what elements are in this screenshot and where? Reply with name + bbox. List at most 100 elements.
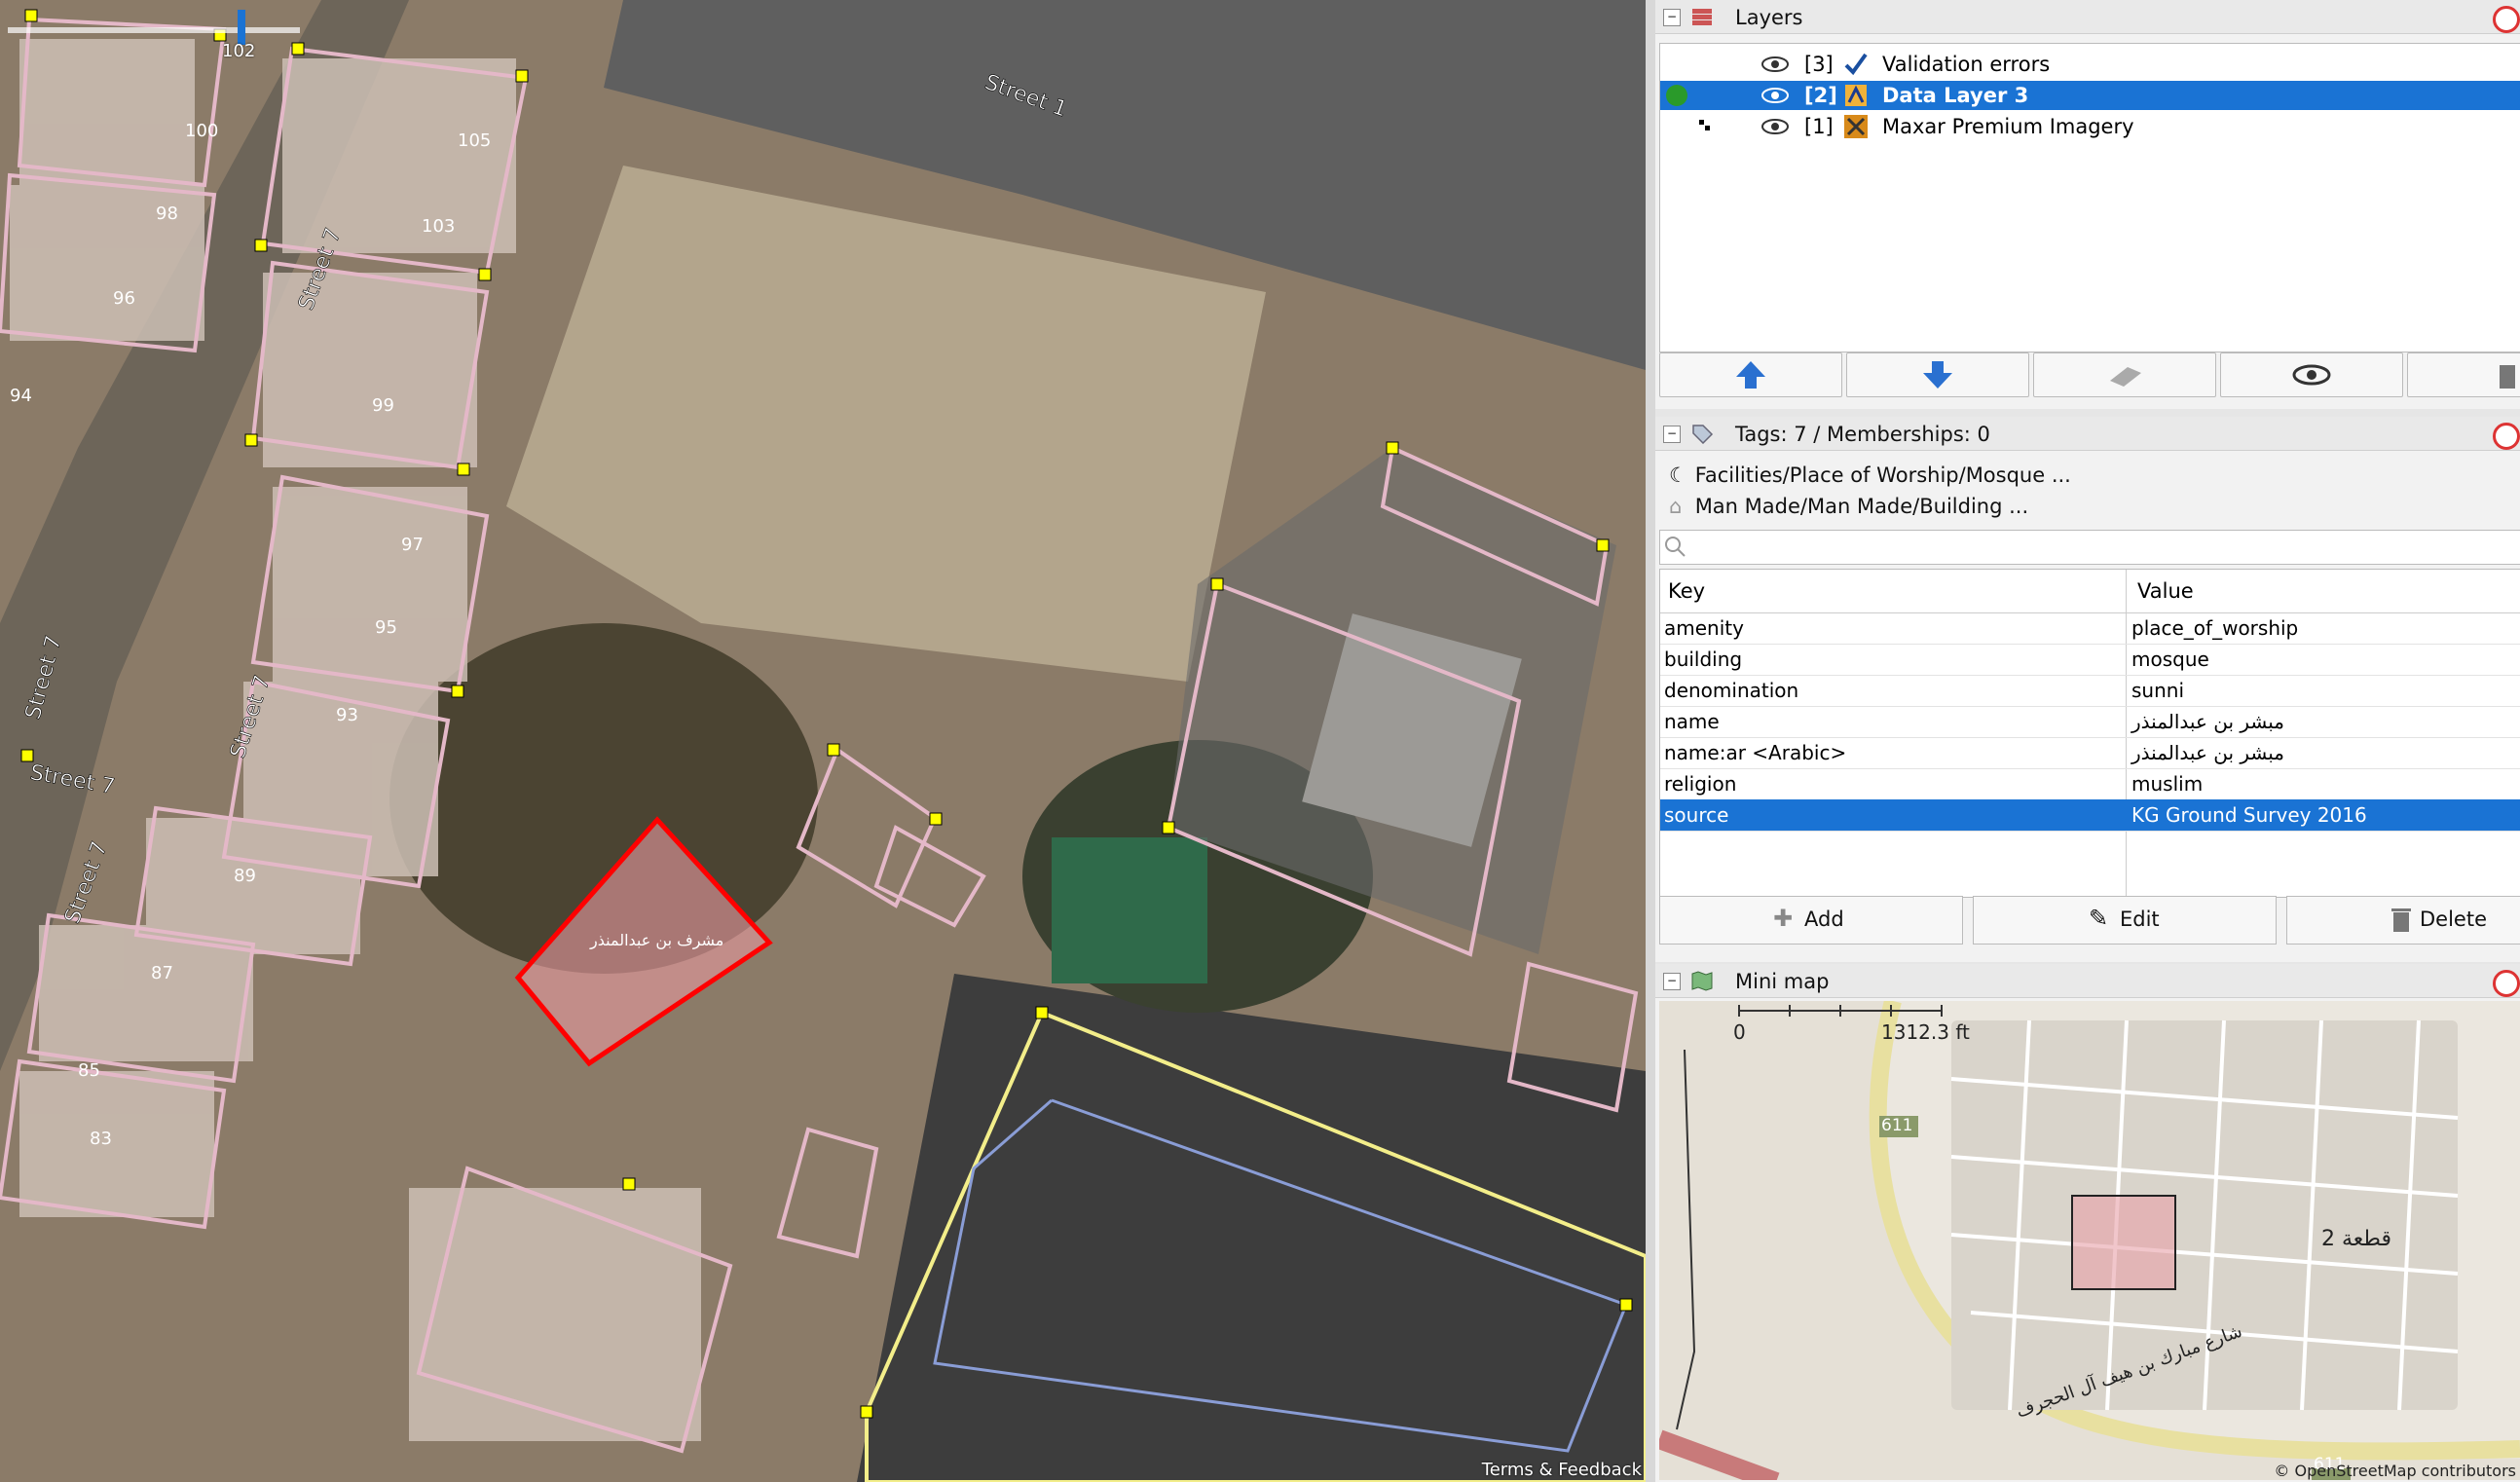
minimap-panel-title: Mini map	[1735, 970, 1830, 993]
layer-name: Validation errors	[1882, 53, 2051, 76]
search-icon	[1665, 537, 1686, 557]
active-layer-check-icon	[1666, 85, 1687, 106]
table-row[interactable]: name:ar <Arabic> مبشر بن عبدالمنذر	[1660, 737, 2520, 769]
table-row[interactable]: source KG Ground Survey 2016	[1660, 799, 2520, 832]
data-layer-icon	[1845, 85, 1867, 106]
layers-panel-title: Layers	[1735, 6, 1803, 29]
delete-layer-button[interactable]	[2407, 352, 2520, 397]
collapse-icon[interactable]: −	[1663, 9, 1681, 26]
collapse-icon[interactable]: −	[1663, 973, 1681, 990]
imagery-offset-icon	[1699, 120, 1711, 131]
collapse-icon[interactable]: −	[1663, 426, 1681, 443]
move-up-button[interactable]	[1659, 352, 1842, 397]
tag-icon	[1692, 425, 1714, 444]
minimap-scale-start: 0	[1733, 1020, 1746, 1044]
tag-value: muslim	[2131, 772, 2204, 796]
svg-text:98: 98	[156, 204, 178, 224]
imagery-layer-icon	[1844, 115, 1868, 138]
preset-label: Man Made/Man Made/Building ...	[1694, 495, 2029, 518]
svg-text:96: 96	[113, 288, 135, 309]
table-row[interactable]: name مبشر بن عبدالمنذر	[1660, 706, 2520, 738]
tags-panel-header[interactable]: − Tags: 7 / Memberships: 0	[1655, 417, 2520, 451]
preset-building[interactable]: ⌂ Man Made/Man Made/Building ...	[1669, 495, 2028, 518]
close-icon[interactable]	[2493, 6, 2520, 33]
layer-row[interactable]: [2] Data Layer 3	[1660, 81, 2520, 110]
map-scale-readout: 102	[222, 41, 256, 61]
tag-key: denomination	[1664, 679, 1799, 702]
map-terms-link[interactable]: Terms & Feedback	[1482, 1460, 1642, 1480]
table-row[interactable]: building mosque	[1660, 644, 2520, 676]
add-tag-button[interactable]: ✚ Add	[1659, 896, 1963, 945]
minimap-credit: © OpenStreetMap contributors	[2274, 1462, 2516, 1480]
close-icon[interactable]	[2493, 970, 2520, 997]
tag-value: مبشر بن عبدالمنذر	[2131, 710, 2285, 733]
close-icon[interactable]	[2493, 423, 2520, 450]
svg-text:89: 89	[234, 866, 256, 886]
value-column-header[interactable]: Value	[2137, 579, 2194, 603]
layer-index: [3]	[1804, 53, 1834, 76]
layer-index: [1]	[1804, 115, 1834, 138]
layers-panel: − Layers [3] Validation errors [2] Data …	[1655, 0, 2520, 409]
table-row[interactable]: religion muslim	[1660, 768, 2520, 800]
svg-text:103: 103	[422, 216, 455, 237]
edit-tag-button[interactable]: ✎ Edit	[1973, 896, 2277, 945]
road-shield: 611	[1881, 1116, 1913, 1135]
key-column-header[interactable]: Key	[1668, 579, 1705, 603]
merge-icon	[2110, 367, 2141, 387]
tag-key: source	[1664, 803, 1729, 827]
side-panels: − Layers [3] Validation errors [2] Data …	[1655, 0, 2520, 1482]
checkmark-icon	[1844, 53, 1868, 76]
tag-table-header: Key Value	[1660, 570, 2520, 613]
layers-panel-header[interactable]: − Layers	[1655, 0, 2520, 34]
layer-list: [3] Validation errors [2] Data Layer 3 […	[1659, 43, 2520, 352]
layer-row[interactable]: [1] Maxar Premium Imagery	[1660, 112, 2520, 141]
arrow-up-icon	[1736, 361, 1765, 389]
preset-mosque[interactable]: ☾ Facilities/Place of Worship/Mosque ...	[1669, 463, 2071, 487]
eye-icon	[2292, 364, 2331, 386]
svg-text:97: 97	[401, 535, 424, 555]
tag-key: religion	[1664, 772, 1737, 796]
tag-key: amenity	[1664, 616, 1744, 640]
minimap-view[interactable]: 0 1312.3 ft 611 611 شارع مبارك بن هيف آل…	[1659, 1001, 2520, 1480]
table-row[interactable]: denomination sunni	[1660, 675, 2520, 707]
svg-text:85: 85	[78, 1060, 100, 1081]
edit-icon: ✎	[2089, 905, 2109, 932]
svg-text:100: 100	[185, 121, 218, 141]
toggle-visibility-button[interactable]	[2220, 352, 2403, 397]
preset-label: Facilities/Place of Worship/Mosque ...	[1694, 463, 2071, 487]
layer-name: Data Layer 3	[1882, 84, 2029, 107]
minimap-panel-header[interactable]: − Mini map	[1655, 964, 2520, 998]
layer-row[interactable]: [3] Validation errors	[1660, 50, 2520, 79]
svg-text:95: 95	[375, 617, 397, 638]
visibility-eye-icon[interactable]	[1761, 87, 1789, 104]
merge-layers-button[interactable]	[2033, 352, 2216, 397]
tag-search-input[interactable]	[1659, 530, 2520, 565]
svg-text:105: 105	[458, 130, 491, 151]
arrow-down-icon	[1923, 361, 1952, 389]
svg-text:93: 93	[336, 705, 358, 725]
selected-building-label: مشرف بن عبدالمنذر	[590, 931, 724, 949]
trash-icon	[2391, 908, 2411, 932]
delete-tag-button[interactable]: Delete	[2286, 896, 2520, 945]
visibility-eye-icon[interactable]	[1761, 118, 1789, 135]
add-label: Add	[1804, 908, 1844, 931]
move-down-button[interactable]	[1846, 352, 2029, 397]
plus-icon: ✚	[1773, 905, 1794, 932]
svg-text:83: 83	[90, 1129, 112, 1149]
house-icon: ⌂	[1669, 495, 1683, 518]
block-label: قطعة 2	[2321, 1227, 2391, 1251]
map-view[interactable]: Street 1 Street 7 Street 7 Street 7 Stre…	[0, 0, 1646, 1482]
visibility-eye-icon[interactable]	[1761, 56, 1789, 73]
minimap-panel: − Mini map 0 1312.3 ft 611 611 شارع مبار…	[1655, 964, 2520, 1482]
svg-text:99: 99	[372, 395, 394, 416]
table-row[interactable]: amenity place_of_worship	[1660, 612, 2520, 645]
tag-key: name	[1664, 710, 1720, 733]
tag-table: Key Value amenity place_of_worship buildi…	[1659, 569, 2520, 898]
aerial-imagery: Street 1 Street 7 Street 7 Street 7 Stre…	[0, 0, 1646, 1482]
minimap-scale-end: 1312.3 ft	[1881, 1020, 1970, 1044]
tag-value: mosque	[2131, 648, 2209, 671]
tags-panel: − Tags: 7 / Memberships: 0 ☾ Facilities/…	[1655, 417, 2520, 962]
layer-name: Maxar Premium Imagery	[1882, 115, 2134, 138]
layers-icon	[1692, 9, 1712, 25]
tag-value: مبشر بن عبدالمنذر	[2131, 741, 2285, 764]
